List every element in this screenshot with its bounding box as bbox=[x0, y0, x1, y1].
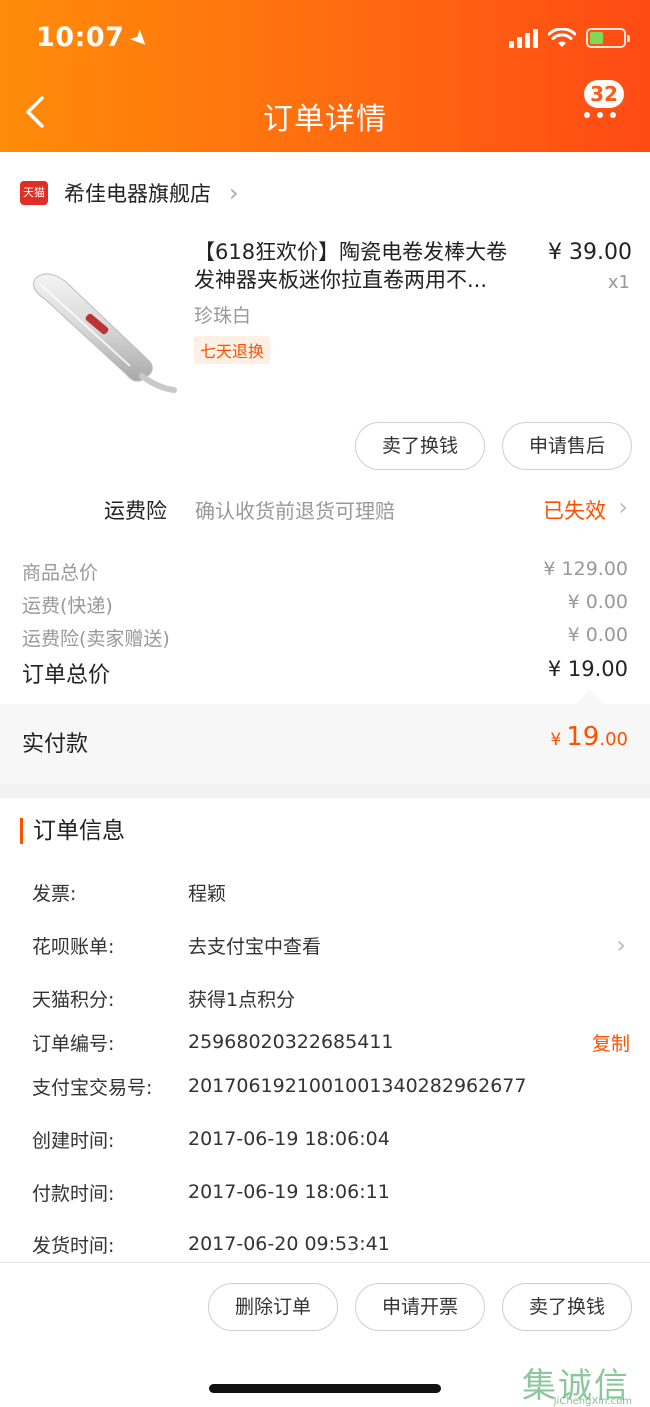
goods-total-value: ¥ 129.00 bbox=[543, 558, 628, 580]
insurance-fee-row: 运费险(卖家赠送) ¥ 0.00 bbox=[22, 624, 628, 651]
freight-insurance-label: 运费险 bbox=[104, 499, 167, 523]
status-time: 10:07➤ bbox=[36, 22, 155, 55]
return-policy-tag: 七天退换 bbox=[194, 336, 271, 364]
copy-button[interactable]: 复制 bbox=[592, 1029, 630, 1056]
header-bar: 10:07➤ 订单详情 32 bbox=[0, 0, 650, 152]
paid-currency: ¥ bbox=[550, 730, 562, 750]
product-title-line2: 发神器夹板迷你拉直卷两用不... bbox=[194, 268, 488, 292]
alipay-value: 2017061921001001340282962677 bbox=[188, 1075, 527, 1097]
huabei-row[interactable]: 花呗账单: 去支付宝中查看 › bbox=[32, 930, 630, 960]
created-time-row: 创建时间: 2017-06-19 18:06:04 bbox=[32, 1124, 630, 1154]
order-total-value: ¥ 19.00 bbox=[547, 657, 628, 681]
points-value: 获得1点积分 bbox=[188, 988, 296, 1011]
created-time-label: 创建时间: bbox=[32, 1129, 115, 1152]
order-total-label: 订单总价 bbox=[22, 663, 111, 688]
product-image[interactable] bbox=[18, 240, 178, 400]
product-quantity: x1 bbox=[607, 272, 630, 293]
time-text: 10:07 bbox=[36, 22, 125, 53]
points-row: 天猫积分: 获得1点积分 bbox=[32, 983, 630, 1013]
location-arrow-icon: ➤ bbox=[124, 23, 156, 56]
product-spec: 珍珠白 bbox=[194, 305, 252, 327]
paid-time-value: 2017-06-19 18:06:11 bbox=[188, 1181, 390, 1203]
order-number-label: 订单编号: bbox=[32, 1032, 115, 1055]
paid-notch bbox=[576, 690, 604, 704]
freight-insurance-status[interactable]: 已失效 bbox=[543, 495, 606, 525]
section-divider bbox=[0, 784, 650, 798]
chevron-right-icon: › bbox=[229, 179, 239, 207]
alipay-label: 支付宝交易号: bbox=[32, 1076, 153, 1099]
watermark-url: JiChengXin.com bbox=[553, 1396, 632, 1407]
paid-amount: ¥ 19.00 bbox=[550, 722, 628, 752]
status-icons bbox=[509, 28, 630, 48]
order-total-row: 订单总价 ¥ 19.00 bbox=[22, 657, 628, 689]
order-number-value: 25968020322685411 bbox=[188, 1031, 394, 1053]
invoice-label: 发票: bbox=[32, 882, 77, 905]
product-price: ¥ 39.00 bbox=[548, 240, 632, 265]
tmall-icon: 天猫 bbox=[20, 181, 48, 205]
insurance-fee-label: 运费险(卖家赠送) bbox=[22, 628, 170, 650]
insurance-fee-value: ¥ 0.00 bbox=[567, 624, 628, 646]
shipping-value: ¥ 0.00 bbox=[567, 591, 628, 613]
store-row[interactable]: 天猫 希佳电器旗舰店 › bbox=[20, 175, 239, 211]
points-label: 天猫积分: bbox=[32, 988, 115, 1011]
order-info-title: 订单信息 bbox=[20, 818, 125, 844]
alipay-row: 支付宝交易号: 2017061921001001340282962677 bbox=[32, 1071, 630, 1101]
invoice-row: 发票: 程颖 bbox=[32, 877, 630, 907]
shipped-time-value: 2017-06-20 09:53:41 bbox=[188, 1233, 390, 1255]
sell-item-bottom-button[interactable]: 卖了换钱 bbox=[502, 1283, 632, 1331]
more-dots-icon bbox=[584, 112, 616, 118]
delete-order-button[interactable]: 删除订单 bbox=[208, 1283, 338, 1331]
wifi-icon bbox=[548, 28, 576, 47]
battery-icon bbox=[586, 28, 630, 48]
goods-total-row: 商品总价 ¥ 129.00 bbox=[22, 558, 628, 585]
after-sale-button[interactable]: 申请售后 bbox=[502, 422, 632, 470]
more-button[interactable]: 32 bbox=[584, 80, 630, 130]
shipped-time-label: 发货时间: bbox=[32, 1234, 115, 1257]
chevron-right-icon: › bbox=[618, 493, 628, 521]
paid-time-label: 付款时间: bbox=[32, 1182, 115, 1205]
created-time-value: 2017-06-19 18:06:04 bbox=[188, 1128, 390, 1150]
shipping-row: 运费(快递) ¥ 0.00 bbox=[22, 591, 628, 618]
message-count-badge: 32 bbox=[584, 80, 624, 108]
request-invoice-button[interactable]: 申请开票 bbox=[355, 1283, 485, 1331]
paid-label: 实付款 bbox=[22, 732, 89, 757]
paid-decimal: .00 bbox=[599, 729, 628, 750]
freight-insurance-desc: 确认收货前退货可理赔 bbox=[195, 499, 395, 523]
paid-time-row: 付款时间: 2017-06-19 18:06:11 bbox=[32, 1177, 630, 1207]
huabei-value: 去支付宝中查看 bbox=[188, 935, 322, 958]
cellular-signal-icon bbox=[509, 28, 538, 48]
store-name: 希佳电器旗舰店 bbox=[64, 182, 211, 206]
chevron-right-icon: › bbox=[616, 931, 626, 959]
shipping-label: 运费(快递) bbox=[22, 595, 113, 617]
product-title-line1: 【618狂欢价】陶瓷电卷发棒大卷 bbox=[194, 240, 508, 264]
shipped-time-row: 发货时间: 2017-06-20 09:53:41 bbox=[32, 1229, 630, 1259]
order-number-row: 订单编号: 25968020322685411 复制 bbox=[32, 1027, 630, 1057]
invoice-value: 程颖 bbox=[188, 882, 227, 905]
page-title: 订单详情 bbox=[263, 102, 387, 137]
product-title[interactable]: 【618狂欢价】陶瓷电卷发棒大卷 发神器夹板迷你拉直卷两用不... bbox=[194, 238, 539, 294]
sell-item-button[interactable]: 卖了换钱 bbox=[355, 422, 485, 470]
goods-total-label: 商品总价 bbox=[22, 562, 99, 584]
home-indicator bbox=[209, 1384, 441, 1393]
huabei-label: 花呗账单: bbox=[32, 935, 115, 958]
paid-integer: 19 bbox=[566, 722, 600, 752]
